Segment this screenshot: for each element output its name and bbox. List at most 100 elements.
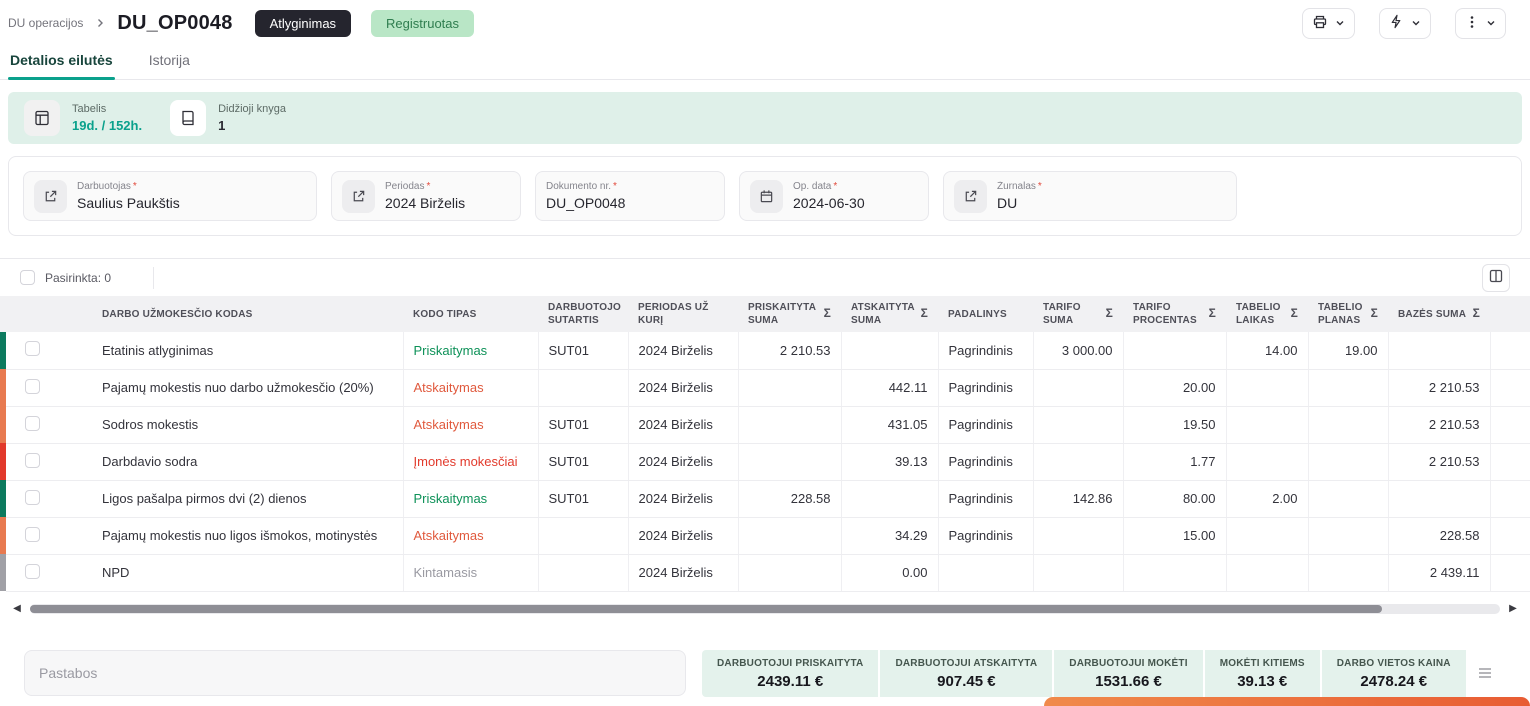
sum-sigma-icon[interactable]: Σ xyxy=(1473,306,1480,322)
row-checkbox[interactable] xyxy=(24,452,40,468)
tab[interactable]: Detalios eilutės xyxy=(8,42,115,80)
sum-sigma-icon[interactable]: Σ xyxy=(921,306,928,322)
column-settings-button[interactable] xyxy=(1482,263,1510,292)
table-row[interactable]: Darbdavio sodra Įmonės mokesčiai SUT01 2… xyxy=(0,443,1530,481)
table-row[interactable]: Pajamų mokestis nuo darbo užmokesčio (20… xyxy=(0,369,1530,407)
summary-label: DARBUOTOJUI ATSKAITYTA xyxy=(895,657,1038,669)
ledger-icon xyxy=(170,100,207,136)
summary-card: DARBO VIETOS KAINA 2478.24 € xyxy=(1319,649,1466,697)
column-header[interactable]: TABELIO LAIKAS Σ xyxy=(1226,296,1308,332)
ledger-summary[interactable]: Didžioji knyga 1 xyxy=(170,100,286,136)
column-header[interactable]: TABELIO PLANAS Σ xyxy=(1308,296,1388,332)
status-badge: Registruotas xyxy=(371,9,475,37)
calendar-icon[interactable] xyxy=(750,179,783,213)
cell-tariff-percent xyxy=(1122,332,1226,370)
scroll-left-arrow[interactable]: ◀ xyxy=(8,603,26,614)
select-all-checkbox[interactable] xyxy=(20,270,35,285)
chevron-down-icon xyxy=(1486,16,1496,31)
table-row[interactable]: Sodros mokestis Atskaitymas SUT01 2024 B… xyxy=(0,406,1530,444)
tab-bar: Detalios eilutės Istorija xyxy=(0,42,1530,80)
cell-filler xyxy=(1489,369,1530,407)
actions-button[interactable] xyxy=(1379,7,1431,39)
cell-filler xyxy=(1489,332,1530,370)
cell-contract xyxy=(537,554,628,592)
operation-date-field[interactable]: Op. data * 2024-06-30 xyxy=(739,171,929,221)
summary-value: 1531.66 € xyxy=(1095,672,1162,690)
sum-sigma-icon[interactable]: Σ xyxy=(1371,306,1378,322)
employee-value: Saulius Paukštis xyxy=(77,195,180,211)
external-link-icon[interactable] xyxy=(342,179,375,213)
more-menu-button[interactable] xyxy=(1455,7,1506,39)
cell-deducted-sum: 442.11 xyxy=(840,369,938,407)
row-checkbox[interactable] xyxy=(24,341,40,357)
cell-accrued-sum xyxy=(737,406,841,444)
cell-contract: SUT01 xyxy=(537,406,628,444)
column-header[interactable]: DARBO UŽMOKESČIO KODAS xyxy=(58,296,403,332)
cell-accrued-sum xyxy=(737,517,841,555)
tab[interactable]: Istorija xyxy=(147,42,192,79)
scrollbar-track[interactable] xyxy=(30,603,1500,614)
column-header[interactable]: PERIODAS UŽ KURĮ xyxy=(628,296,738,332)
bottom-bar: DARBUOTOJUI PRISKAITYTA 2439.11 € DARBUO… xyxy=(0,649,1530,697)
column-header[interactable]: TARIFO PROCENTAS Σ xyxy=(1123,296,1226,332)
period-value: 2024 Birželis xyxy=(385,195,466,211)
scroll-right-arrow[interactable]: ▶ xyxy=(1504,603,1522,614)
external-link-icon[interactable] xyxy=(954,179,987,213)
column-header[interactable]: PADALINYS xyxy=(938,296,1033,332)
cell-period: 2024 Birželis xyxy=(627,517,738,555)
partial-notification-toast[interactable] xyxy=(1044,697,1530,706)
row-checkbox[interactable] xyxy=(24,526,40,542)
chevron-down-icon xyxy=(1411,16,1421,31)
column-header[interactable]: TARIFO SUMA Σ xyxy=(1033,296,1123,332)
document-number-field[interactable]: Dokumento nr. * DU_OP0048 xyxy=(535,171,725,221)
summary-card: MOKĖTI KITIEMS 39.13 € xyxy=(1202,649,1320,697)
summary-menu-icon[interactable] xyxy=(1478,667,1492,679)
column-header[interactable]: BAZĖS SUMA Σ xyxy=(1388,296,1490,332)
sum-sigma-icon[interactable]: Σ xyxy=(824,306,831,322)
document-form: Darbuotojas * Saulius Paukštis Periodas * … xyxy=(8,156,1522,236)
cell-base-sum: 2 210.53 xyxy=(1387,369,1490,407)
table-row[interactable]: Etatinis atlyginimas Priskaitymas SUT01 … xyxy=(0,332,1530,370)
summary-strip: DARBUOTOJUI PRISKAITYTA 2439.11 € DARBUO… xyxy=(702,649,1466,697)
cell-tariff-sum xyxy=(1032,517,1123,555)
table-row[interactable]: Ligos pašalpa pirmos dvi (2) dienos Pris… xyxy=(0,480,1530,518)
row-checkbox[interactable] xyxy=(24,378,40,394)
notes-input[interactable] xyxy=(24,650,686,696)
column-header[interactable]: DARBUOTOJO SUTARTIS xyxy=(538,296,628,332)
cell-period: 2024 Birželis xyxy=(627,443,738,481)
breadcrumb[interactable]: DU operacijos xyxy=(8,16,83,30)
table-row[interactable]: NPD Kintamasis 2024 Birželis 0.00 2 439.… xyxy=(0,554,1530,592)
scrollbar-thumb[interactable] xyxy=(30,604,1383,613)
cell-accrued-sum: 2 210.53 xyxy=(737,332,841,370)
cell-period: 2024 Birželis xyxy=(627,332,738,370)
cell-tariff-percent: 19.50 xyxy=(1122,406,1226,444)
journal-field[interactable]: Žurnalas * DU xyxy=(943,171,1237,221)
external-link-icon[interactable] xyxy=(34,179,67,213)
topbar: DU operacijos DU_OP0048 Atlyginimas Regi… xyxy=(0,0,1530,42)
period-field[interactable]: Periodas * 2024 Birželis xyxy=(331,171,521,221)
cell-code-type: Atskaitymas xyxy=(413,380,484,395)
cell-contract: SUT01 xyxy=(537,332,628,370)
cell-accrued-sum xyxy=(737,443,841,481)
summary-card: DARBUOTOJUI MOKĖTI 1531.66 € xyxy=(1052,649,1203,697)
row-checkbox[interactable] xyxy=(24,563,40,579)
column-header[interactable]: ATSKAITYTA SUMA Σ xyxy=(841,296,938,332)
sum-sigma-icon[interactable]: Σ xyxy=(1209,306,1216,322)
row-checkbox[interactable] xyxy=(24,489,40,505)
table-row[interactable]: Pajamų mokestis nuo ligos išmokos, motin… xyxy=(0,517,1530,555)
cell-timesheet-plan xyxy=(1307,406,1388,444)
print-button[interactable] xyxy=(1302,7,1355,39)
column-header[interactable]: KODO TIPAS xyxy=(403,296,538,332)
cell-timesheet-time xyxy=(1225,517,1308,555)
column-header[interactable]: PRISKAITYTA SUMA Σ xyxy=(738,296,841,332)
summary-label: DARBUOTOJUI PRISKAITYTA xyxy=(717,657,864,669)
ledger-value: 1 xyxy=(218,118,226,133)
sum-sigma-icon[interactable]: Σ xyxy=(1291,306,1298,322)
required-asterisk: * xyxy=(1037,181,1042,192)
cell-tariff-percent: 20.00 xyxy=(1122,369,1226,407)
row-checkbox[interactable] xyxy=(24,415,40,431)
timesheet-summary[interactable]: Tabelis 19d. / 152h. xyxy=(24,100,142,136)
employee-field[interactable]: Darbuotojas * Saulius Paukštis xyxy=(23,171,317,221)
summary-value: 39.13 € xyxy=(1237,672,1288,690)
sum-sigma-icon[interactable]: Σ xyxy=(1106,306,1113,322)
